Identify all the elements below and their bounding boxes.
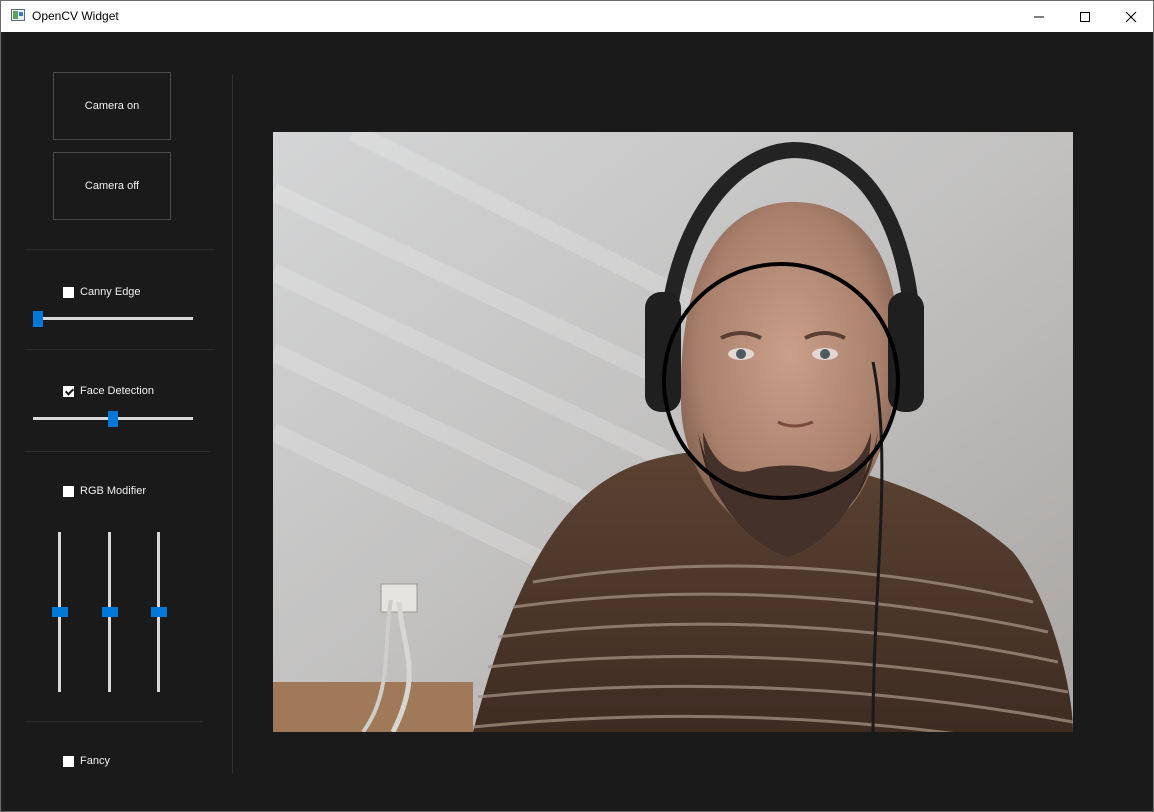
fancy-checkbox[interactable]: Fancy xyxy=(63,754,110,768)
camera-on-button[interactable]: Camera on xyxy=(53,72,171,140)
minimize-button[interactable] xyxy=(1016,1,1062,32)
maximize-icon xyxy=(1080,11,1090,22)
red-channel-slider[interactable] xyxy=(52,532,68,692)
close-button[interactable] xyxy=(1108,1,1154,32)
slider-thumb[interactable] xyxy=(102,607,118,617)
divider xyxy=(25,451,210,452)
fancy-checkbox-box[interactable] xyxy=(63,755,74,767)
maximize-button[interactable] xyxy=(1062,1,1108,32)
camera-off-button[interactable]: Camera off xyxy=(53,152,171,220)
canny-edge-checkbox[interactable]: Canny Edge xyxy=(63,285,141,299)
title-bar[interactable]: OpenCV Widget xyxy=(1,1,1153,32)
slider-thumb[interactable] xyxy=(32,311,43,327)
green-channel-slider[interactable] xyxy=(102,532,118,692)
blue-channel-slider[interactable] xyxy=(151,532,167,692)
canny-edge-checkbox-box[interactable] xyxy=(63,286,74,298)
window-title: OpenCV Widget xyxy=(32,9,119,23)
panel-splitter xyxy=(232,74,233,774)
rgb-modifier-checkbox[interactable]: RGB Modifier xyxy=(63,484,146,498)
face-detection-checkbox-box[interactable] xyxy=(63,385,74,397)
face-detection-label: Face Detection xyxy=(80,385,154,397)
close-icon xyxy=(1125,11,1137,22)
app-icon xyxy=(11,9,25,21)
rgb-modifier-checkbox-box[interactable] xyxy=(63,485,74,497)
canny-threshold-slider[interactable] xyxy=(32,311,193,327)
fancy-label: Fancy xyxy=(80,755,110,767)
minimize-icon xyxy=(1034,16,1044,17)
client-area: Camera on Camera off Canny Edge Face Det… xyxy=(3,32,1152,811)
slider-thumb[interactable] xyxy=(52,607,68,617)
divider xyxy=(25,349,215,350)
canny-edge-label: Canny Edge xyxy=(80,286,141,298)
slider-track xyxy=(33,317,193,320)
divider xyxy=(25,249,215,250)
camera-feed xyxy=(273,132,1073,732)
rgb-modifier-label: RGB Modifier xyxy=(80,485,147,497)
app-window: OpenCV Widget Camera on Camera off Canny… xyxy=(0,0,1154,812)
face-detection-slider[interactable] xyxy=(33,411,193,427)
slider-thumb[interactable] xyxy=(151,607,167,617)
divider xyxy=(25,721,203,722)
camera-frame-image xyxy=(273,132,1073,732)
face-detection-checkbox[interactable]: Face Detection xyxy=(63,384,154,398)
slider-thumb[interactable] xyxy=(108,411,118,427)
